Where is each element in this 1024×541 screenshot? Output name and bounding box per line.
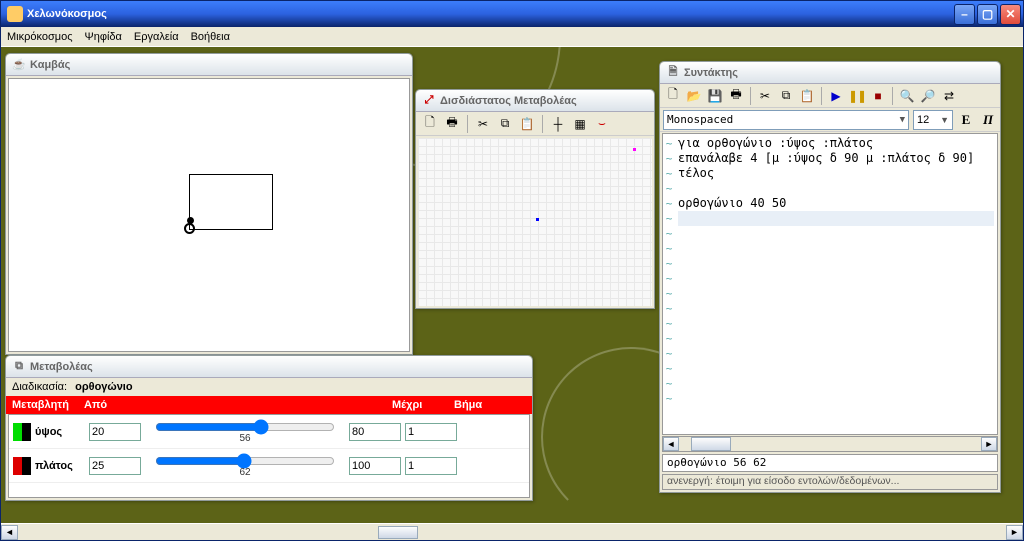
hdr-var: Μεταβλητή: [12, 399, 84, 411]
slider2d-icon: ⤢: [422, 94, 436, 108]
main-hscroll[interactable]: ◄ ►: [1, 523, 1023, 540]
menu-help[interactable]: Βοήθεια: [191, 31, 230, 43]
var-slider-value: 56: [239, 433, 250, 444]
slider2d-title: Δισδιάστατος Μεταβολέας: [440, 95, 577, 107]
scroll-left-icon[interactable]: ◄: [663, 437, 679, 451]
var-from-input[interactable]: [89, 457, 141, 475]
color-chip[interactable]: [13, 423, 31, 441]
java-icon: ☕: [12, 58, 26, 72]
paste-icon[interactable]: 📋: [797, 86, 817, 106]
variable-title: Μεταβολέας: [30, 361, 93, 373]
new-icon[interactable]: 🗋: [420, 114, 440, 134]
editor-hscroll[interactable]: ◄ ►: [662, 436, 998, 452]
editor-gutter: ~~~~~~~~~~~~~~~~~~: [663, 134, 675, 434]
titlebar: Χελωνόκοσμος – ▢ ✕: [1, 1, 1023, 27]
editor-icon: 🗎: [666, 66, 680, 80]
var-row: πλάτος 62: [9, 449, 529, 483]
variable-icon: ⧉: [12, 360, 26, 374]
bold-button[interactable]: E: [957, 111, 975, 129]
find-next-icon[interactable]: 🔎: [918, 86, 938, 106]
save-icon[interactable]: 💾: [705, 86, 725, 106]
window-title: Χελωνόκοσμος: [27, 8, 107, 20]
grid-icon[interactable]: ▦: [570, 114, 590, 134]
var-from-input[interactable]: [89, 423, 141, 441]
procedure-label: Διαδικασία:: [12, 381, 67, 393]
curve-icon[interactable]: ⌣: [592, 114, 612, 134]
var-slider-value: 62: [239, 467, 250, 478]
minimize-button[interactable]: –: [954, 4, 975, 25]
print-icon[interactable]: 🖶: [442, 114, 462, 134]
editor-text[interactable]: για ορθογώνιο :ύψος :πλάτος επανάλαβε 4 …: [675, 134, 997, 434]
italic-button[interactable]: Π: [979, 111, 997, 129]
hdr-to: Μέχρι: [392, 399, 454, 411]
pause-icon[interactable]: ❚❚: [847, 86, 867, 106]
font-name: Monospaced: [667, 113, 733, 126]
font-size: 12: [917, 114, 929, 126]
canvas-title: Καμβάς: [30, 59, 70, 71]
menu-microcosm[interactable]: Μικρόκοσμος: [7, 31, 73, 43]
procedure-name: ορθογώνιο: [75, 381, 133, 393]
slider2d-toolbar: 🗋 🖶 ✂ ⧉ 📋 ┼ ▦ ⌣: [416, 112, 654, 136]
turtle-canvas[interactable]: [8, 78, 410, 352]
size-select[interactable]: 12 ▼: [913, 110, 953, 130]
canvas-panel: ☕ Καμβάς: [5, 53, 413, 355]
app-icon: [7, 6, 23, 22]
scroll-thumb[interactable]: [378, 526, 418, 539]
slider2d-panel: ⤢ Δισδιάστατος Μεταβολέας 🗋 🖶 ✂ ⧉ 📋 ┼ ▦ …: [415, 89, 655, 309]
menu-tile[interactable]: Ψηφίδα: [85, 31, 122, 43]
stop-icon[interactable]: ■: [868, 86, 888, 106]
point-magenta[interactable]: [633, 148, 636, 151]
variable-header: Μεταβλητή Από Μέχρι Βήμα: [6, 396, 532, 414]
paste-icon[interactable]: 📋: [517, 114, 537, 134]
variable-panel: ⧉ Μεταβολέας Διαδικασία: ορθογώνιο Μεταβ…: [5, 355, 533, 501]
scroll-right-icon[interactable]: ►: [981, 437, 997, 451]
drawn-rectangle: [189, 174, 273, 230]
var-step-input[interactable]: [405, 423, 457, 441]
close-button[interactable]: ✕: [1000, 4, 1021, 25]
replace-icon[interactable]: ⇄: [939, 86, 959, 106]
menu-tools[interactable]: Εργαλεία: [134, 31, 179, 43]
chevron-down-icon: ▼: [940, 115, 949, 125]
color-chip[interactable]: [13, 457, 31, 475]
print-icon[interactable]: 🖶: [726, 86, 746, 106]
menubar: Μικρόκοσμος Ψηφίδα Εργαλεία Βοήθεια: [1, 27, 1023, 47]
hdr-from: Από: [84, 399, 142, 411]
new-icon[interactable]: 🗋: [663, 86, 683, 106]
open-icon[interactable]: 📂: [684, 86, 704, 106]
var-name: ύψος: [35, 426, 85, 438]
cut-icon[interactable]: ✂: [755, 86, 775, 106]
editor-toolbar-1: 🗋 📂 💾 🖶 ✂ ⧉ 📋 ▶ ❚❚ ■ 🔍 🔎 ⇄: [660, 84, 1000, 108]
scroll-right-icon[interactable]: ►: [1006, 525, 1023, 540]
turtle-cursor: [184, 223, 195, 234]
editor-title: Συντάκτης: [684, 67, 738, 79]
slider2d-area[interactable]: [418, 138, 652, 306]
code-editor[interactable]: ~~~~~~~~~~~~~~~~~~ για ορθογώνιο :ύψος :…: [662, 133, 998, 435]
var-row: ύψος 56: [9, 415, 529, 449]
workspace: ☕ Καμβάς ⤢ Δισδιάστατος Μεταβολέας 🗋 🖶 ✂…: [1, 47, 1023, 523]
run-icon[interactable]: ▶: [826, 86, 846, 106]
scroll-left-icon[interactable]: ◄: [1, 525, 18, 540]
point-blue[interactable]: [536, 218, 539, 221]
axes-icon[interactable]: ┼: [548, 114, 568, 134]
var-to-input[interactable]: [349, 457, 401, 475]
chevron-down-icon: ▼: [900, 115, 905, 125]
scroll-thumb[interactable]: [691, 437, 731, 451]
cut-icon[interactable]: ✂: [473, 114, 493, 134]
copy-icon[interactable]: ⧉: [776, 86, 796, 106]
status-line: ανενεργή: έτοιμη για είσοδο εντολών/δεδο…: [662, 474, 998, 490]
var-name: πλάτος: [35, 460, 85, 472]
find-icon[interactable]: 🔍: [897, 86, 917, 106]
font-select[interactable]: Monospaced ▼: [663, 110, 909, 130]
var-step-input[interactable]: [405, 457, 457, 475]
maximize-button[interactable]: ▢: [977, 4, 998, 25]
hdr-step: Βήμα: [454, 399, 504, 411]
copy-icon[interactable]: ⧉: [495, 114, 515, 134]
var-to-input[interactable]: [349, 423, 401, 441]
editor-toolbar-2: Monospaced ▼ 12 ▼ E Π: [660, 108, 1000, 132]
output-line: ορθογώνιο 56 62: [662, 454, 998, 472]
editor-panel: 🗎 Συντάκτης 🗋 📂 💾 🖶 ✂ ⧉ 📋 ▶ ❚❚ ■ 🔍 🔎 ⇄: [659, 61, 1001, 493]
